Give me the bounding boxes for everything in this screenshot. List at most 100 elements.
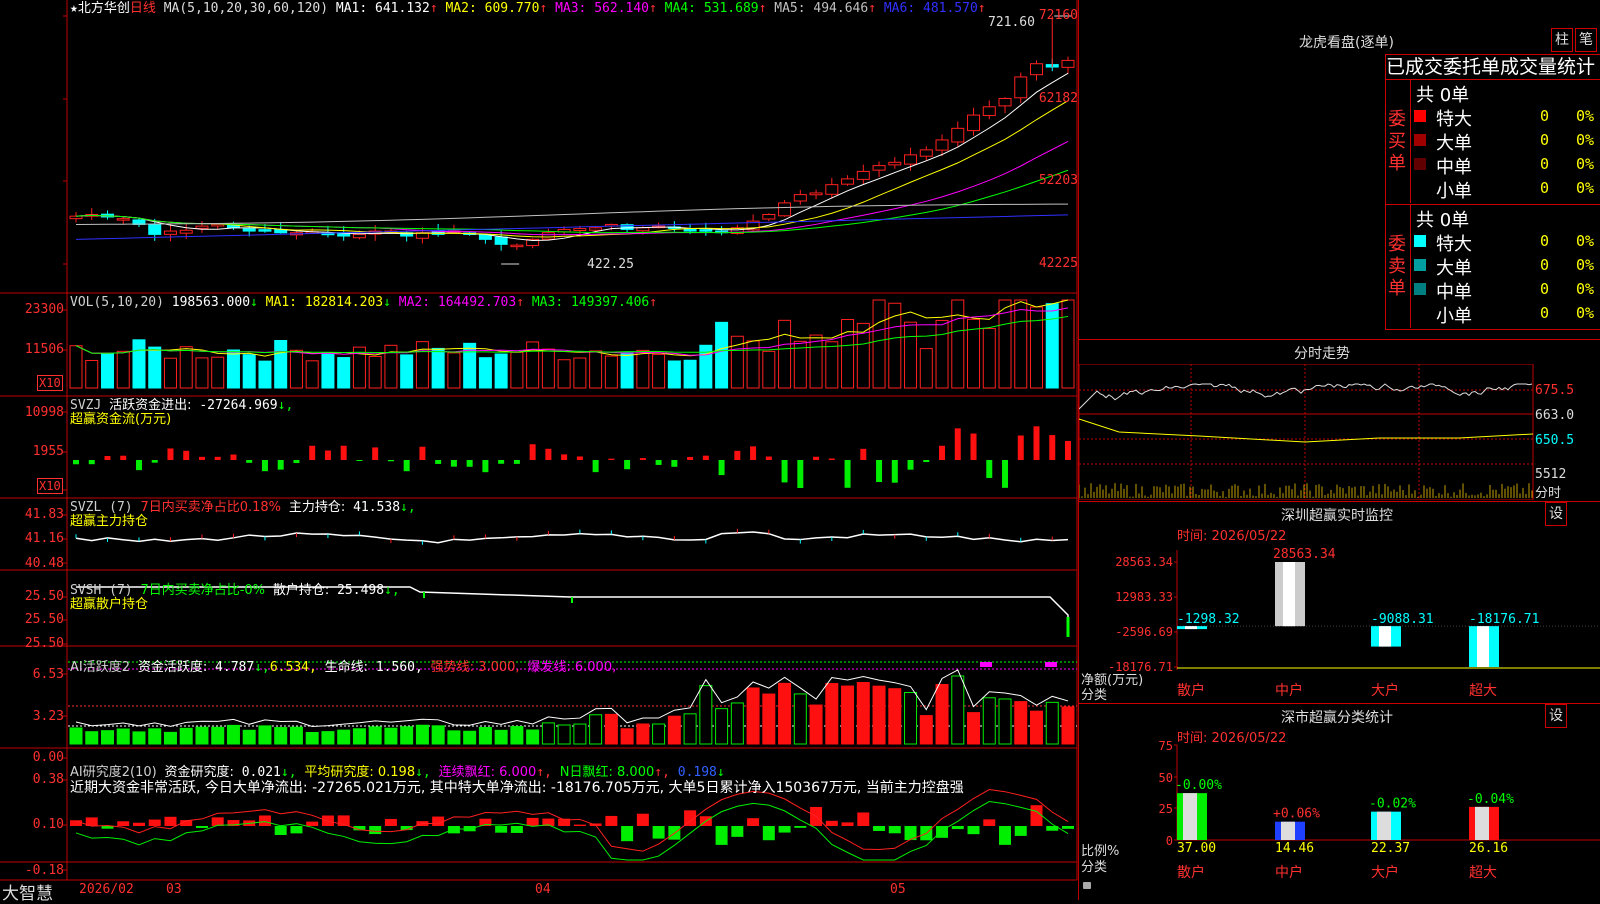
intraday-chart	[1079, 364, 1534, 500]
fund-flow-bar	[876, 460, 883, 483]
fund-flow-bar	[261, 460, 268, 472]
research-bar	[967, 826, 980, 835]
fund-flow-bar	[1017, 435, 1024, 460]
activity-bar	[463, 730, 477, 745]
candle-body	[841, 178, 855, 185]
activity-bar	[935, 683, 949, 745]
volume-bar	[226, 349, 240, 389]
vol-header: VOL(5,10,20) 198563.000↓ MA1: 182814.203…	[70, 295, 657, 310]
activity-bar	[699, 685, 713, 745]
order-type: 特大	[1436, 109, 1472, 130]
activity-bar	[478, 726, 492, 745]
fund-flow-bar	[1002, 460, 1009, 488]
tick-mode-button[interactable]: 笔	[1575, 28, 1597, 52]
activity-bar	[352, 728, 366, 745]
favorite-star-icon[interactable]: ★	[70, 1, 78, 16]
order-percent: 0%	[1576, 256, 1595, 274]
activity-bar	[148, 728, 162, 745]
research-bar	[636, 813, 649, 826]
research-bar	[731, 826, 744, 837]
fund-flow-bar	[750, 446, 757, 460]
ma-params: MA(5,10,20,30,60,120)	[163, 1, 329, 16]
date-label: 2026/02	[79, 882, 134, 897]
volume-bar	[447, 352, 461, 389]
order-percent: 0%	[1576, 304, 1595, 322]
order-percent: 0%	[1576, 155, 1595, 173]
order-row: 小单 0 0%	[1414, 177, 1600, 202]
research-bar	[888, 826, 901, 834]
fund-flow-bar	[277, 460, 284, 470]
activity-bar	[825, 683, 839, 745]
activity-bar	[620, 728, 634, 745]
sz-category-settings-button[interactable]: 设	[1545, 704, 1567, 728]
activity-bar	[242, 729, 256, 745]
sz-monitor-settings-button[interactable]: 设	[1545, 502, 1567, 526]
intraday-vol-unit: 分时	[1535, 486, 1562, 501]
candle-body	[1061, 59, 1075, 68]
order-percent: 0%	[1576, 179, 1595, 197]
activity-bar	[179, 727, 193, 745]
main-position-line	[75, 531, 1069, 544]
order-type: 大单	[1436, 258, 1472, 279]
research-bar	[274, 826, 287, 836]
fund-flow-bar	[561, 454, 568, 460]
category-bar	[1275, 821, 1305, 840]
intraday-tick: 650.5	[1535, 433, 1575, 448]
fund-flow-bar	[655, 460, 662, 465]
ai-active-label: AI活跃度2	[70, 660, 130, 675]
svzl-tick: 41.16	[24, 531, 64, 546]
order-percent: 0%	[1576, 131, 1595, 149]
activity-bar	[809, 704, 823, 745]
monitor-bar	[1469, 626, 1499, 667]
volume-bar	[541, 348, 555, 389]
ma-label: MA5:	[766, 1, 814, 16]
fund-flow-bar	[151, 460, 158, 463]
candle-body	[510, 244, 524, 248]
volume-bar	[904, 321, 918, 389]
volume-bar	[69, 345, 83, 389]
research-bar	[526, 817, 539, 826]
candle-body	[967, 114, 981, 132]
bar-mode-button[interactable]: 柱	[1551, 28, 1573, 52]
activity-bar	[730, 702, 744, 745]
ai-research-value: 0.021	[241, 765, 281, 780]
research-bar	[510, 826, 523, 833]
activity-bar	[1014, 701, 1028, 745]
candle-body	[998, 98, 1012, 107]
volume-bar	[400, 354, 414, 389]
fund-flow-bar	[293, 460, 300, 464]
volume-bar	[683, 359, 697, 389]
category-axis-tick: 75	[1159, 740, 1173, 753]
research-bar	[432, 816, 445, 826]
svsh-value: 25.498	[337, 583, 385, 598]
volume-bar	[667, 360, 681, 389]
n-day-red-arrow: ↑,	[654, 765, 670, 780]
candle-body	[494, 236, 508, 245]
svzj-name: 活跃资金进出:	[109, 398, 192, 413]
ma-label: MA1:	[335, 1, 376, 16]
fund-flow-bar	[813, 456, 820, 460]
vol-ma-value: 182814.203	[304, 295, 384, 310]
ma-value: 641.132	[375, 1, 430, 16]
activity-bar	[604, 713, 618, 745]
candle-body	[163, 230, 177, 235]
category-bar	[1177, 793, 1207, 840]
order-color-swatch	[1414, 110, 1426, 122]
category-change: +0.06%	[1273, 807, 1320, 822]
vol-tick: 23300	[24, 302, 64, 317]
activity-bar	[1045, 701, 1059, 745]
fund-flow-bar	[923, 460, 930, 463]
order-count: 0	[1540, 131, 1550, 149]
volume-bar	[573, 357, 587, 389]
order-row: 大单 0 0%	[1414, 254, 1600, 279]
fund-flow-bar	[828, 458, 835, 460]
category-axis-tick: 0	[1166, 834, 1173, 848]
vol-ma-value: 164492.703	[437, 295, 517, 310]
research-bar	[369, 826, 382, 835]
volume-bar	[116, 350, 130, 389]
period-label[interactable]: 日线	[130, 1, 156, 16]
fund-flow-bar	[608, 458, 615, 460]
research-bar	[605, 815, 618, 826]
category-label: 大户	[1371, 864, 1399, 881]
activity-bar	[652, 723, 666, 745]
